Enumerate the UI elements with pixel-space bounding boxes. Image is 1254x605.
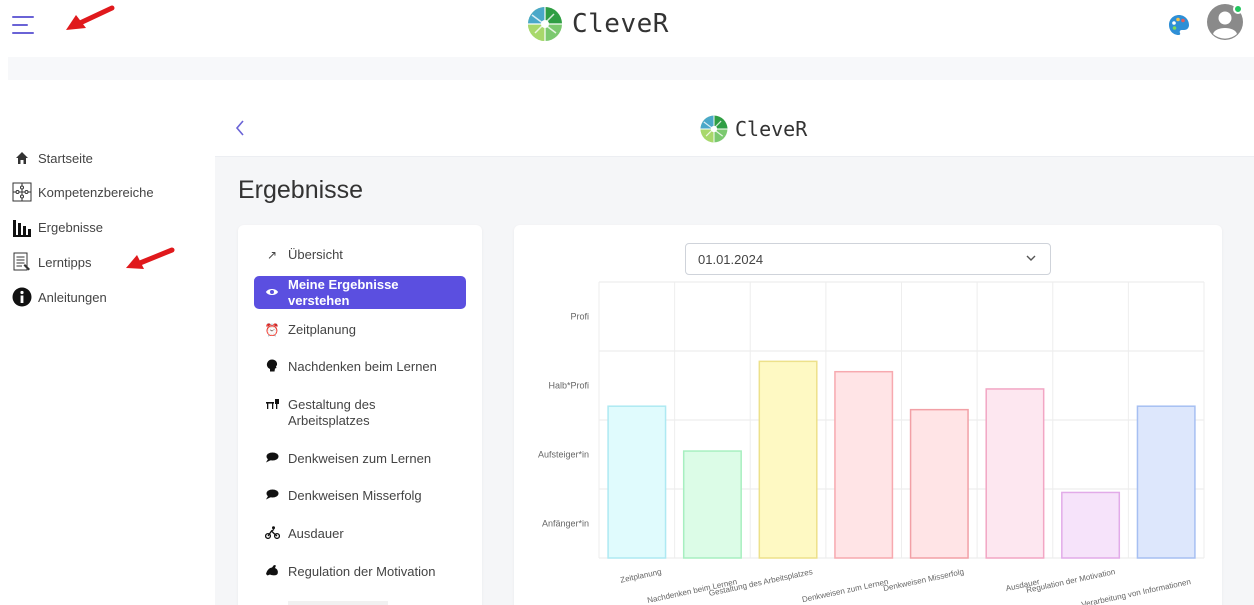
speech-cloud-icon xyxy=(264,488,280,504)
page-title: Ergebnisse xyxy=(238,176,364,204)
menu-item-label: Denkweisen zum Lernen xyxy=(288,451,432,466)
desk-icon xyxy=(264,397,280,413)
menu-item-label: Übersicht xyxy=(288,247,343,262)
menu-item-label: Gestaltung des Arbeitsplatzes xyxy=(288,397,376,428)
brand-name: CleveR xyxy=(572,9,669,39)
sub-bar xyxy=(8,57,1254,80)
x-tick-label: Denkweisen Misserfolg xyxy=(882,567,964,593)
online-status-dot xyxy=(1233,4,1243,14)
sidebar-item-kompetenzbereiche[interactable]: Kompetenzbereiche xyxy=(12,182,154,202)
menu-item-label: Regulation der Motivation xyxy=(288,564,436,579)
annotation-arrow-icon xyxy=(66,5,115,30)
menu-item-zeitplanung[interactable]: ⏰ Zeitplanung xyxy=(254,322,466,338)
cyclist-icon xyxy=(264,526,280,543)
chart-bar xyxy=(909,408,969,559)
clever-logo-icon xyxy=(700,115,728,143)
results-menu: ↗ Übersicht Meine Ergebnisse verstehen ⏰… xyxy=(238,225,482,605)
palette-icon[interactable] xyxy=(1168,14,1190,36)
menu-item-label: Zeitplanung xyxy=(288,322,356,337)
sidebar-item-label: Anleitungen xyxy=(38,289,107,305)
speech-cloud-icon xyxy=(264,451,280,467)
home-icon xyxy=(12,148,32,168)
clever-logo-icon xyxy=(528,7,562,41)
brand-name: CleveR xyxy=(735,117,808,141)
chart-bar xyxy=(1061,491,1121,559)
sidebar-item-label: Lerntipps xyxy=(38,254,92,270)
menu-item-label: Ausdauer xyxy=(288,526,344,541)
bar-chart-icon xyxy=(12,217,32,237)
chart-bar xyxy=(985,388,1045,559)
menu-item-denkweisen-zum-lernen[interactable]: Denkweisen zum Lernen xyxy=(254,451,466,467)
menu-item-label xyxy=(288,601,388,605)
sidebar-item-anleitungen[interactable]: Anleitungen xyxy=(12,287,107,307)
main-panel: CleveR Ergebnisse ↗ Übersicht Meine Erge… xyxy=(215,100,1254,605)
head-icon xyxy=(264,359,280,376)
document-icon xyxy=(12,252,32,272)
menu-item-meine-ergebnisse-verstehen[interactable]: Meine Ergebnisse verstehen xyxy=(254,276,466,309)
partial-icon: • xyxy=(264,601,280,605)
menu-item-partial[interactable]: • xyxy=(254,601,466,605)
sidebar-item-ergebnisse[interactable]: Ergebnisse xyxy=(12,217,103,237)
y-tick-label: Anfänger*in xyxy=(542,519,589,529)
menu-item-gestaltung-des-arbeitsplatzes[interactable]: Gestaltung des Arbeitsplatzes xyxy=(254,397,466,429)
chart-bar xyxy=(1136,405,1196,559)
chevron-left-icon[interactable] xyxy=(235,120,245,141)
info-icon xyxy=(12,287,32,307)
menu-item-label: Nachdenken beim Lernen xyxy=(288,359,437,374)
muscle-icon xyxy=(264,564,280,580)
menu-item-regulation-der-motivation[interactable]: Regulation der Motivation xyxy=(254,564,466,580)
menu-item-label: Meine Ergebnisse verstehen xyxy=(288,276,399,308)
chart-bar xyxy=(607,405,667,559)
x-tick-label: Verarbeitung von Informationen xyxy=(1081,577,1192,605)
chart-bar xyxy=(758,360,818,559)
puzzle-icon xyxy=(12,182,32,202)
menu-item-nachdenken-beim-lernen[interactable]: Nachdenken beim Lernen xyxy=(254,359,466,376)
brand-logo[interactable]: CleveR xyxy=(526,4,669,44)
sidebar-item-label: Startseite xyxy=(38,150,93,166)
menu-item-label: Denkweisen Misserfolg xyxy=(288,488,422,503)
x-tick-label: Zeitplanung xyxy=(619,567,662,584)
top-bar: CleveR xyxy=(0,0,1254,48)
trending-icon: ↗ xyxy=(266,248,278,262)
y-tick-label: Aufsteiger*in xyxy=(538,450,589,460)
sidebar-item-startseite[interactable]: Startseite xyxy=(12,148,93,168)
menu-item-ausdauer[interactable]: Ausdauer xyxy=(254,526,466,543)
eye-icon xyxy=(264,285,280,301)
main-header: CleveR xyxy=(215,100,1254,157)
y-tick-label: Halb*Profi xyxy=(548,381,589,391)
x-tick-label: Denkweisen zum Lernen xyxy=(801,577,889,604)
results-chart-card: 01.01.2024 Anfänger*in Aufsteiger*in Halb*… xyxy=(514,225,1222,605)
alarm-clock-icon: ⏰ xyxy=(264,323,280,337)
menu-item-denkweisen-misserfolg[interactable]: Denkweisen Misserfolg xyxy=(254,488,466,504)
y-tick-label: Profi xyxy=(570,312,589,322)
sidebar-item-label: Ergebnisse xyxy=(38,219,104,235)
menu-item-uebersicht[interactable]: ↗ Übersicht xyxy=(254,247,466,263)
sidebar-item-label: Kompetenzbereiche xyxy=(38,184,154,200)
chart-bar xyxy=(682,450,742,559)
annotation-arrow-icon xyxy=(126,247,175,269)
hamburger-icon[interactable] xyxy=(12,14,34,36)
chart-bar xyxy=(834,370,894,559)
main-brand: CleveR xyxy=(699,114,807,144)
results-bar-chart: Anfänger*in Aufsteiger*in Halb*Profi Profi Z… xyxy=(538,281,1205,605)
sidebar-item-lerntipps[interactable]: Lerntipps xyxy=(12,252,91,272)
